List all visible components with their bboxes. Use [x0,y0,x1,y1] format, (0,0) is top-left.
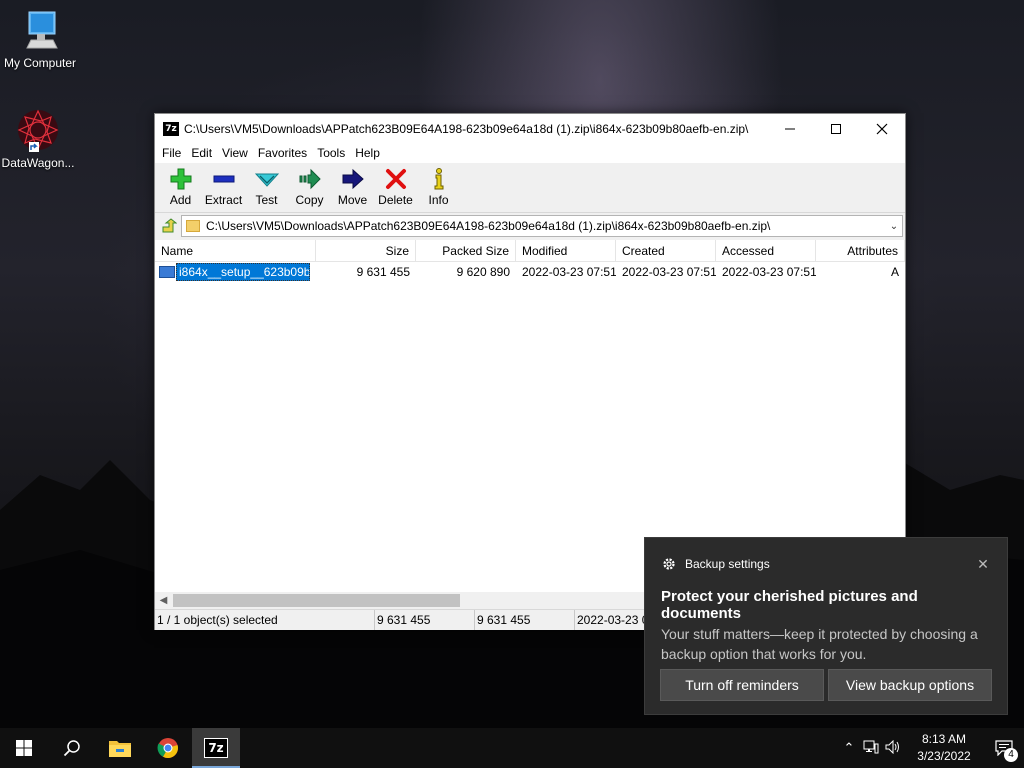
7zip-icon: 7z [204,738,228,758]
path-text: C:\Users\VM5\Downloads\APPatch623B09E64A… [206,219,771,233]
column-header-attributes[interactable]: Attributes [816,240,905,261]
7zip-taskbar-button[interactable]: 7z [192,728,240,768]
clock-date: 3/23/2022 [917,749,971,763]
computer-icon [17,8,63,54]
up-folder-button[interactable] [157,215,181,237]
minimize-button[interactable] [767,114,813,143]
file-modified: 2022-03-23 07:51 [522,265,616,279]
file-explorer-icon [109,741,131,757]
file-name: i864x__setup__623b09b7... [176,263,310,281]
address-bar: C:\Users\VM5\Downloads\APPatch623B09E64A… [155,213,905,239]
desktop-icon-label: DataWagon... [1,156,75,170]
chrome-icon [157,738,178,759]
info-icon [434,168,443,190]
network-icon[interactable] [860,740,882,757]
window-title: C:\Users\VM5\Downloads\APPatch623B09E64A… [184,121,749,136]
column-header-modified[interactable]: Modified [516,240,616,261]
column-header-packed-size[interactable]: Packed Size [416,240,516,261]
maximize-button[interactable] [813,114,859,143]
status-size: 9 631 455 [375,610,475,630]
chevron-up-icon[interactable]: ⌃ [838,740,860,756]
menu-file[interactable]: File [157,146,186,160]
status-selected: 1 / 1 object(s) selected [155,610,375,630]
title-bar[interactable]: 7z C:\Users\VM5\Downloads\APPatch623B09E… [155,114,905,143]
scroll-left-icon[interactable]: ◀ [155,595,172,606]
windows-start-icon [16,740,32,756]
desktop-icon-my-computer[interactable]: My Computer [0,8,80,70]
close-icon [876,123,888,134]
file-size: 9 631 455 [356,265,410,279]
up-folder-icon [162,218,177,233]
file-name-cell[interactable]: i864x__setup__623b09b7... [155,263,316,281]
chrome-button[interactable] [144,728,192,768]
toast-body: Your stuff matters—keep it protected by … [661,626,978,662]
status-packed: 9 631 455 [475,610,575,630]
taskbar: 7z ⌃ 8:13 AM 3/23/2022 4 [0,728,1024,768]
info-button[interactable]: Info [417,163,460,211]
test-check-icon [254,173,279,187]
menu-help[interactable]: Help [350,146,385,160]
move-button[interactable]: Move [331,163,374,211]
menu-tools[interactable]: Tools [312,146,350,160]
table-row[interactable]: i864x__setup__623b09b7... 9 631 455 9 62… [155,262,905,282]
system-tray: ⌃ 8:13 AM 3/23/2022 4 [838,728,1024,768]
7zip-app-icon: 7z [163,121,179,136]
maximize-icon [831,123,841,134]
start-button[interactable] [0,728,48,768]
file-icon [159,266,175,278]
menu-favorites[interactable]: Favorites [253,146,312,160]
toast-title: Protect your cherished pictures and docu… [661,588,918,622]
folder-icon [186,220,200,232]
column-header-size[interactable]: Size [316,240,416,261]
column-headers: Name Size Packed Size Modified Created A… [155,240,905,262]
file-attributes: A [890,265,899,279]
column-header-name[interactable]: Name [155,240,316,261]
turn-off-reminders-button[interactable]: Turn off reminders [660,669,824,701]
search-icon [63,740,80,757]
menu-view[interactable]: View [217,146,253,160]
gear-icon [663,558,675,570]
test-button[interactable]: Test [245,163,288,211]
view-backup-options-button[interactable]: View backup options [828,669,992,701]
search-button[interactable] [48,728,96,768]
notification-count-badge: 4 [1004,748,1018,762]
extract-button[interactable]: Extract [202,163,245,211]
file-explorer-button[interactable] [96,728,144,768]
minimize-icon [785,128,795,129]
column-header-created[interactable]: Created [616,240,716,261]
datawagon-shortcut-icon [15,108,61,154]
desktop-icon-label: My Computer [3,56,77,70]
move-arrow-icon [342,168,364,190]
close-button[interactable] [859,114,905,143]
path-field[interactable]: C:\Users\VM5\Downloads\APPatch623B09E64A… [181,215,903,237]
menu-edit[interactable]: Edit [186,146,217,160]
plus-icon [170,168,191,190]
toast-app-name: Backup settings [685,557,770,571]
chevron-down-icon[interactable]: ⌄ [886,221,902,232]
file-accessed: 2022-03-23 07:51 [722,265,816,279]
toast-close-button[interactable]: ✕ [975,556,991,573]
desktop-icon-datawagon[interactable]: DataWagon... [0,108,78,170]
copy-arrow-icon [299,168,321,190]
column-header-accessed[interactable]: Accessed [716,240,816,261]
action-center-button[interactable]: 4 [984,728,1024,768]
minus-icon [213,175,234,183]
clock-time: 8:13 AM [921,732,967,746]
copy-button[interactable]: Copy [288,163,331,211]
scrollbar-thumb[interactable] [173,594,460,607]
menu-bar: File Edit View Favorites Tools Help [155,143,905,163]
file-packed-size: 9 620 890 [456,265,510,279]
clock[interactable]: 8:13 AM 3/23/2022 [904,731,984,765]
add-button[interactable]: Add [159,163,202,211]
delete-x-icon [385,169,406,189]
toolbar: Add Extract Test Copy Move Delete Info [155,163,905,213]
file-created: 2022-03-23 07:51 [622,265,716,279]
volume-icon[interactable] [882,739,904,757]
backup-toast-notification: Backup settings ✕ Protect your cherished… [644,537,1008,715]
delete-button[interactable]: Delete [374,163,417,211]
